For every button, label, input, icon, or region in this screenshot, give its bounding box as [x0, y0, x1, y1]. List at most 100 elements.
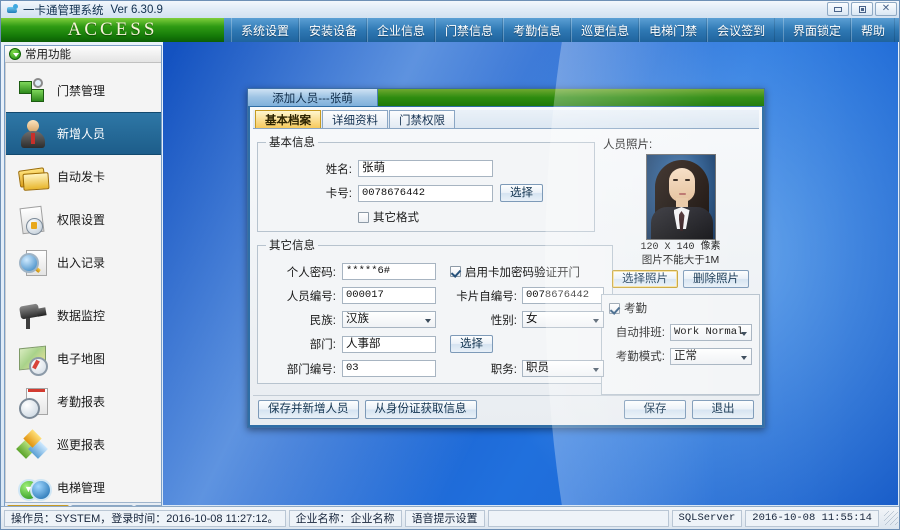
minimize-button[interactable] — [827, 2, 849, 16]
auto-card-icon — [18, 162, 48, 192]
department-number-label: 部门编号: — [286, 363, 336, 376]
photo-neck — [675, 198, 688, 210]
checkbox-box — [609, 302, 620, 314]
select-photo-button[interactable]: 选择照片 — [612, 270, 678, 288]
ethnicity-select[interactable]: 汉族 — [342, 311, 436, 328]
gender-select[interactable]: 女 — [522, 311, 604, 328]
name-input[interactable]: 张萌 — [358, 160, 493, 177]
tab-access-permission[interactable]: 门禁权限 — [389, 110, 455, 128]
menubar: ACCESS 系统设置 安装设备 企业信息 门禁信息 考勤信息 巡更信息 电梯门… — [1, 18, 899, 42]
sidebar-item-patrol-report[interactable]: 巡更报表 — [6, 423, 161, 466]
save-button[interactable]: 保存 — [624, 399, 686, 419]
resize-grip-icon[interactable] — [884, 511, 898, 525]
add-person-icon — [18, 119, 48, 149]
attendance-enabled-checkbox[interactable]: 考勤 — [609, 300, 647, 316]
gender-label: 性别: — [490, 314, 517, 327]
photo-notes: 120 X 140 像素 图片不能大于1M — [601, 242, 760, 266]
card-number-input[interactable]: 0078676442 — [358, 184, 493, 202]
department-label: 部门: — [309, 339, 336, 351]
sidebar-item-label: 巡更报表 — [57, 438, 106, 452]
sidebar-item-data-monitor[interactable]: 数据监控 — [6, 294, 161, 337]
menu-items: 系统设置 安装设备 企业信息 门禁信息 考勤信息 巡更信息 电梯门禁 会议签到 — [231, 18, 776, 42]
elevator-icon: ▼ — [18, 473, 52, 503]
photo-body — [650, 207, 713, 239]
attendance-report-icon — [18, 387, 48, 419]
department-number-input[interactable]: 03 — [342, 360, 436, 377]
sidebar-item-label: 自动发卡 — [57, 170, 106, 184]
read-id-card-button[interactable]: 从身份证获取信息 — [364, 399, 477, 419]
sidebar-divider — [6, 284, 161, 294]
delete-photo-button[interactable]: 删除照片 — [683, 270, 749, 288]
sidebar-item-label: 数据监控 — [57, 309, 106, 323]
door-access-icon — [18, 76, 48, 106]
enable-card-password-checkbox[interactable]: 启用卡加密码验证开门 — [450, 264, 580, 280]
close-button[interactable]: ✕ — [875, 2, 897, 16]
attendance-mode-select[interactable]: 正常 — [670, 347, 752, 365]
person-number-row: 人员编号: 000017 卡片自编号: 0078676442 — [266, 287, 604, 304]
menu-item-patrol-info[interactable]: 巡更信息 — [571, 18, 640, 42]
sidebar-item-label: 电梯管理 — [57, 481, 106, 495]
photo-limit-note: 图片不能大于1M — [641, 254, 720, 266]
person-number-input[interactable]: 000017 — [342, 287, 436, 304]
menu-item-elevator-access[interactable]: 电梯门禁 — [639, 18, 708, 42]
chevron-down-icon — [9, 48, 21, 60]
auto-shift-select[interactable]: Work Normal — [670, 323, 752, 341]
department-select-button[interactable]: 选择 — [450, 335, 493, 353]
tab-detail-info[interactable]: 详细资料 — [322, 110, 388, 128]
sidebar-item-access-record[interactable]: 出入记录 — [6, 241, 161, 284]
sidebar-item-emap[interactable]: 电子地图 — [6, 337, 161, 380]
menu-item-meeting-signin[interactable]: 会议签到 — [707, 18, 776, 42]
password-input[interactable]: *****6# — [342, 263, 436, 280]
save-and-add-person-button[interactable]: 保存并新增人员 — [258, 399, 359, 419]
status-datetime: 2016-10-08 11:55:14 — [745, 509, 879, 527]
menu-item-attendance-info[interactable]: 考勤信息 — [503, 18, 572, 42]
status-empty — [487, 509, 669, 527]
sidebar-item-auto-card[interactable]: 自动发卡 — [6, 155, 161, 198]
attendance-panel: 考勤 自动排班: Work Normal 考勤模式: 正常 — [601, 294, 760, 395]
password-label: 个人密码: — [286, 266, 336, 279]
attendance-mode-label: 考勤模式: — [615, 351, 665, 363]
auto-shift-row: 自动排班: Work Normal — [609, 323, 752, 341]
enable-card-password-label: 启用卡加密码验证开门 — [465, 266, 580, 279]
ethnicity-row: 民族: 汉族 性别: 女 — [266, 311, 604, 328]
sidebar-item-attendance-report[interactable]: 考勤报表 — [6, 380, 161, 423]
department-input[interactable]: 人事部 — [342, 335, 436, 353]
menu-item-company-info[interactable]: 企业信息 — [367, 18, 436, 42]
maximize-button[interactable] — [851, 2, 873, 16]
menu-item-install-device[interactable]: 安装设备 — [299, 18, 368, 42]
sidebar-item-label: 电子地图 — [57, 352, 106, 366]
tab-basic-profile[interactable]: 基本档案 — [255, 110, 321, 128]
status-voice-settings[interactable]: 语音提示设置 — [404, 509, 485, 527]
window-version: Ver 6.30.9 — [110, 3, 163, 16]
brand-banner: ACCESS — [1, 18, 224, 42]
sidebar-item-permission[interactable]: 权限设置 — [6, 198, 161, 241]
checkbox-box — [450, 266, 461, 277]
other-format-checkbox[interactable]: 其它格式 — [358, 209, 419, 225]
photo-label: 人员照片: — [603, 139, 653, 151]
position-label: 职务: — [490, 363, 517, 376]
sidebar-header[interactable]: 常用功能 — [5, 46, 161, 63]
other-info-group: 其它信息 个人密码: *****6# 启用卡加密码验证开门 人员编号: 0000… — [257, 237, 613, 384]
permission-icon — [18, 205, 48, 235]
exit-button[interactable]: 退出 — [692, 399, 754, 419]
sidebar-item-elevator[interactable]: ▼ 电梯管理 — [6, 466, 161, 502]
other-format-row: 其它格式 — [266, 209, 586, 225]
menu-item-help[interactable]: 帮助 — [850, 18, 895, 42]
sidebar-item-add-person[interactable]: 新增人员 — [6, 112, 161, 155]
photo-face — [668, 168, 695, 202]
auto-shift-label: 自动排班: — [615, 327, 665, 339]
person-photo[interactable] — [645, 154, 716, 240]
menu-item-lock-interface[interactable]: 界面锁定 — [782, 18, 851, 42]
position-select[interactable]: 职员 — [522, 360, 604, 377]
sidebar-item-label: 出入记录 — [57, 256, 106, 270]
photo-shirt — [673, 207, 690, 229]
basic-info-legend: 基本信息 — [269, 137, 315, 149]
card-self-number-input[interactable]: 0078676442 — [522, 287, 604, 304]
photo-tie — [678, 211, 685, 231]
card-select-button[interactable]: 选择 — [500, 184, 543, 202]
sidebar-item-door-access[interactable]: 门禁管理 — [6, 69, 161, 112]
other-format-label: 其它格式 — [373, 212, 419, 224]
menu-item-system-settings[interactable]: 系统设置 — [231, 18, 300, 42]
menu-item-access-info[interactable]: 门禁信息 — [435, 18, 504, 42]
photo-eye-right — [684, 179, 690, 181]
